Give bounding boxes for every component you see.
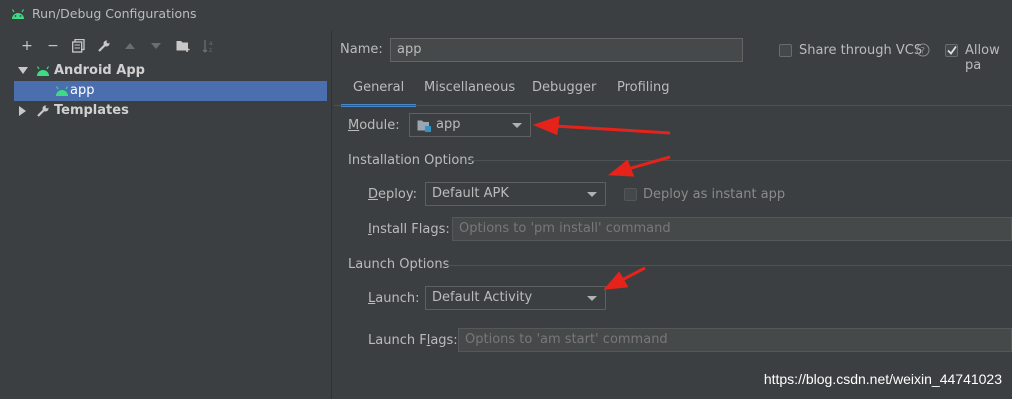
help-icon[interactable]: ? bbox=[916, 43, 930, 57]
android-icon bbox=[55, 86, 69, 96]
allow-parallel-checkbox[interactable] bbox=[945, 44, 958, 57]
tab-debugger[interactable]: Debugger bbox=[532, 78, 596, 104]
annotation-arrow bbox=[532, 115, 671, 136]
launch-flags-label: Launch Flags: bbox=[368, 333, 458, 348]
tree-item-templates[interactable]: Templates bbox=[14, 101, 327, 121]
minus-icon[interactable]: − bbox=[45, 38, 61, 54]
launch-options-heading: Launch Options bbox=[348, 257, 450, 272]
tree-item-label: Android App bbox=[54, 63, 145, 78]
allow-parallel-label: Allow pa bbox=[965, 43, 1000, 73]
arrow-up-icon[interactable] bbox=[124, 42, 136, 50]
tree-item-app[interactable]: app bbox=[14, 81, 327, 101]
annotation-arrow bbox=[603, 266, 646, 290]
tab-profiling[interactable]: Profiling bbox=[617, 78, 670, 104]
deploy-instant-app-checkbox[interactable] bbox=[624, 188, 637, 201]
tree-item-label: app bbox=[70, 83, 95, 98]
name-field[interactable]: app bbox=[390, 38, 743, 62]
share-vcs-checkbox[interactable] bbox=[779, 44, 792, 57]
module-label: Module: bbox=[348, 118, 400, 133]
copy-icon[interactable] bbox=[72, 39, 85, 53]
tab-miscellaneous[interactable]: Miscellaneous bbox=[424, 78, 515, 104]
install-flags-field[interactable]: Options to 'pm install' command bbox=[452, 217, 1012, 241]
checkmark-icon bbox=[947, 45, 957, 55]
launch-label: Launch: bbox=[368, 291, 420, 306]
dropdown-arrow-icon bbox=[587, 192, 597, 197]
arrow-down-icon[interactable] bbox=[150, 42, 162, 50]
wrench-icon[interactable] bbox=[97, 39, 111, 53]
module-combobox[interactable]: app bbox=[409, 113, 531, 137]
svg-text:z: z bbox=[209, 47, 212, 53]
title-bar: Run/Debug Configurations bbox=[0, 0, 1012, 28]
installation-options-heading: Installation Options bbox=[348, 153, 475, 168]
launch-flags-field[interactable]: Options to 'am start' command bbox=[458, 328, 1012, 352]
sort-icon[interactable]: a z bbox=[202, 39, 216, 53]
dropdown-arrow-icon bbox=[512, 123, 522, 128]
section-divider bbox=[468, 160, 1012, 161]
deploy-combobox[interactable]: Default APK bbox=[425, 182, 606, 206]
deploy-instant-app-label: Deploy as instant app bbox=[643, 187, 786, 202]
tree-item-label: Templates bbox=[54, 103, 129, 118]
launch-combobox[interactable]: Default Activity bbox=[425, 286, 606, 310]
launch-value: Default Activity bbox=[432, 290, 533, 305]
deploy-value: Default APK bbox=[432, 186, 509, 201]
module-value: app bbox=[436, 117, 461, 132]
window-title: Run/Debug Configurations bbox=[32, 6, 197, 21]
watermark-text: https://blog.csdn.net/weixin_44741023 bbox=[763, 371, 1002, 387]
svg-text:a: a bbox=[209, 40, 213, 47]
module-folder-icon bbox=[417, 120, 431, 132]
name-label: Name: bbox=[340, 42, 383, 57]
new-folder-icon[interactable] bbox=[176, 39, 191, 52]
svg-text:?: ? bbox=[920, 47, 925, 57]
tab-general[interactable]: General bbox=[341, 78, 417, 107]
plus-icon[interactable]: + bbox=[19, 38, 35, 54]
tabs-divider bbox=[334, 105, 1012, 106]
android-icon bbox=[11, 9, 25, 19]
install-flags-label: Install Flags: bbox=[368, 222, 450, 237]
expand-arrow-icon[interactable] bbox=[18, 67, 28, 74]
deploy-label: Deploy: bbox=[368, 187, 417, 202]
wrench-icon bbox=[37, 105, 49, 117]
collapse-arrow-icon[interactable] bbox=[19, 106, 26, 116]
share-vcs-label: Share through VCS bbox=[799, 43, 923, 58]
dropdown-arrow-icon bbox=[587, 296, 597, 301]
section-divider bbox=[445, 265, 1012, 266]
tree-item-android-app[interactable]: Android App bbox=[14, 61, 327, 81]
android-icon bbox=[36, 66, 50, 76]
